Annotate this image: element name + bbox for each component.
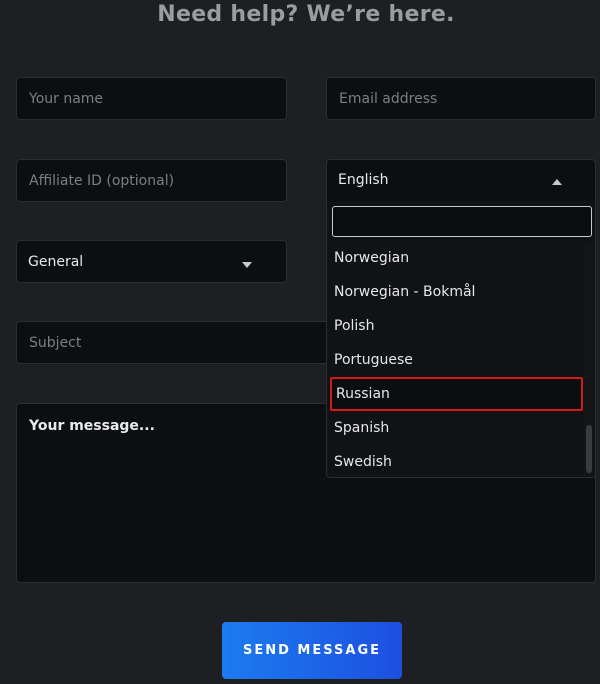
email-input[interactable]: Email address bbox=[326, 77, 596, 120]
subject-placeholder: Subject bbox=[29, 334, 82, 351]
name-input[interactable]: Your name bbox=[16, 77, 287, 120]
dropdown-scrollbar-thumb[interactable] bbox=[586, 425, 592, 473]
subject-input[interactable]: Subject bbox=[16, 321, 336, 364]
language-option-spanish[interactable]: Spanish bbox=[327, 411, 585, 445]
language-options-list: Norwegian Norwegian - Bokmål Polish Port… bbox=[327, 241, 585, 477]
language-search-input[interactable] bbox=[332, 206, 592, 237]
language-option-portuguese[interactable]: Portuguese bbox=[327, 343, 585, 377]
language-option-polish[interactable]: Polish bbox=[327, 309, 585, 343]
page-title: Need help? We’re here. bbox=[157, 2, 455, 27]
language-option-swedish[interactable]: Swedish bbox=[327, 445, 585, 477]
language-option-norwegian[interactable]: Norwegian bbox=[327, 241, 585, 275]
language-dropdown: Norwegian Norwegian - Bokmål Polish Port… bbox=[326, 201, 596, 478]
category-selected-value: General bbox=[28, 253, 84, 270]
language-select[interactable]: English bbox=[326, 159, 596, 202]
category-select[interactable]: General bbox=[16, 240, 287, 283]
language-option-russian[interactable]: Russian bbox=[330, 377, 583, 411]
name-placeholder: Your name bbox=[29, 90, 104, 107]
language-option-norwegian-bokmal[interactable]: Norwegian - Bokmål bbox=[327, 275, 585, 309]
send-message-button[interactable]: SEND MESSAGE bbox=[222, 622, 402, 679]
language-selected-value: English bbox=[338, 172, 389, 188]
chevron-down-icon bbox=[242, 262, 252, 268]
affiliate-id-input[interactable]: Affiliate ID (optional) bbox=[16, 159, 287, 202]
chevron-up-icon bbox=[552, 179, 562, 185]
message-placeholder: Your message... bbox=[29, 418, 155, 434]
email-placeholder: Email address bbox=[339, 90, 438, 107]
contact-page: Need help? We’re here. Your name Email a… bbox=[0, 0, 600, 684]
affiliate-id-placeholder: Affiliate ID (optional) bbox=[29, 172, 175, 189]
